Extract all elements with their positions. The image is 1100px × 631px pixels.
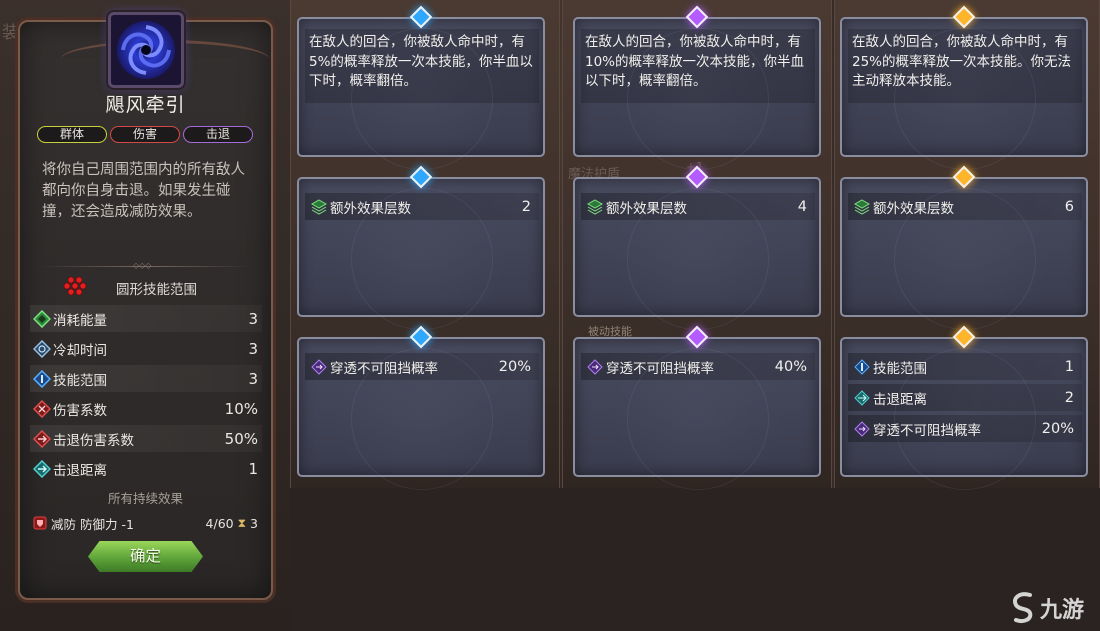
vortex-icon	[108, 12, 184, 88]
stat-value: 10%	[224, 399, 258, 418]
stat-value: 1	[248, 459, 258, 478]
card-stat-row: 额外效果层数 4	[581, 193, 815, 220]
stack-icon	[587, 198, 603, 215]
knockback-distance-icon	[854, 389, 870, 406]
upgrade-card-gold-top[interactable]: 在敌人的回合，你被敌人命中时，有25%的概率释放一次本技能。你无法主动释放本技能…	[840, 5, 1088, 170]
stack-icon	[854, 198, 870, 215]
card-stat-row: 额外效果层数 6	[848, 193, 1082, 220]
upgrade-card-purple-mid[interactable]: 额外效果层数 4	[573, 165, 821, 330]
card-stat-row: 技能范围 1	[848, 353, 1082, 380]
range-icon	[33, 369, 51, 388]
upgrade-card-blue-bottom[interactable]: 穿透不可阻挡概率 20%	[297, 325, 545, 490]
card-description: 在敌人的回合，你被敌人命中时，有25%的概率释放一次本技能。你无法主动释放本技能…	[852, 34, 1072, 89]
upgrade-card-gold-bottom[interactable]: 技能范围 1 击退距离 2 穿透不可阻挡概率 20%	[840, 325, 1088, 490]
persistent-effects-title: 所有持续效果	[107, 491, 183, 506]
cooldown-icon	[33, 339, 51, 358]
shield-break-icon	[33, 516, 47, 530]
tag-group: 群体	[37, 126, 107, 143]
knockback-distance-icon	[33, 459, 51, 478]
upgrade-card-blue-mid[interactable]: 额外效果层数 2	[297, 165, 545, 330]
card-stat-label: 穿透不可阻挡概率	[606, 360, 714, 377]
card-stat-row: 击退距离 2	[848, 384, 1082, 411]
knockback-damage-icon	[33, 429, 51, 448]
stat-row-skill-range: 技能范围 3	[30, 365, 262, 392]
card-stat-label: 击退距离	[873, 391, 927, 408]
card-stat-value: 20%	[498, 358, 531, 375]
card-stat-value: 20%	[1041, 420, 1074, 437]
jiuyou-logo-icon	[1013, 592, 1033, 624]
card-description: 在敌人的回合，你被敌人命中时，有5%的概率释放一次本技能，你半血以下时，概率翻倍…	[309, 34, 533, 89]
stat-label: 技能范围	[53, 372, 107, 389]
upgrade-card-gold-mid[interactable]: 额外效果层数 6	[840, 165, 1088, 330]
range-type-label: 圆形技能范围	[116, 282, 197, 298]
upgrade-card-blue-top[interactable]: 在敌人的回合，你被敌人命中时，有5%的概率释放一次本技能，你半血以下时，概率翻倍…	[297, 5, 545, 170]
stat-label: 伤害系数	[53, 402, 107, 419]
card-stat-value: 1	[1064, 358, 1074, 375]
pierce-icon	[311, 358, 327, 375]
stat-label: 击退伤害系数	[53, 432, 134, 449]
stat-row-knockback-distance: 击退距离 1	[30, 455, 262, 482]
circle-range-icon	[63, 276, 87, 296]
stat-row-energy-cost: 消耗能量 3	[30, 305, 262, 332]
stat-value: 50%	[224, 429, 258, 448]
hourglass-icon: ⧗	[237, 515, 247, 530]
card-stat-label: 额外效果层数	[330, 200, 411, 217]
card-description: 在敌人的回合，你被敌人命中时，有10%的概率释放一次本技能，你半血以下时，概率翻…	[585, 34, 805, 89]
card-stat-label: 穿透不可阻挡概率	[873, 422, 981, 439]
stat-row-damage-coefficient: 伤害系数 10%	[30, 395, 262, 422]
upgrade-card-purple-bottom[interactable]: 穿透不可阻挡概率 40%	[573, 325, 821, 490]
watermark: 九游	[1010, 592, 1084, 624]
energy-icon	[33, 309, 51, 328]
stat-row-knockback-damage: 击退伤害系数 50%	[30, 425, 262, 452]
tag-damage: 伤害	[110, 126, 180, 143]
divider-ornament: ◇◇◇	[133, 261, 152, 270]
range-icon	[854, 358, 870, 375]
stat-value: 3	[248, 309, 258, 328]
skill-description: 将你自己周围范围内的所有敌人都向你自身击退。如果发生碰撞，还会造成减防效果。	[42, 162, 245, 220]
damage-icon	[33, 399, 51, 418]
card-stat-value: 40%	[774, 358, 807, 375]
pierce-icon	[854, 420, 870, 437]
card-stat-value: 6	[1064, 198, 1074, 215]
skill-title: 飓风牵引	[105, 94, 186, 116]
card-stat-label: 技能范围	[873, 360, 927, 377]
card-stat-row: 额外效果层数 2	[305, 193, 539, 220]
effect-label: 减防 防御力 -1	[51, 516, 134, 532]
stat-row-cooldown: 冷却时间 3	[30, 335, 262, 362]
stack-icon	[311, 198, 327, 215]
stat-label: 消耗能量	[53, 312, 107, 329]
stat-value: 3	[248, 339, 258, 358]
card-stat-label: 额外效果层数	[873, 200, 954, 217]
card-stat-row: 穿透不可阻挡概率 20%	[848, 415, 1082, 442]
stat-label: 击退距离	[53, 462, 107, 479]
card-stat-value: 4	[797, 198, 807, 215]
effect-count: 4/60	[205, 515, 234, 531]
tag-knockback: 击退	[183, 126, 253, 143]
confirm-button[interactable]: 确定	[88, 541, 203, 572]
watermark-text: 九游	[1040, 598, 1085, 623]
card-stat-row: 穿透不可阻挡概率 40%	[581, 353, 815, 380]
effect-row-defense-down: 减防 防御力 -1 4/60 ⧗ 3	[30, 512, 262, 534]
card-stat-label: 额外效果层数	[606, 200, 687, 217]
stat-value: 3	[248, 369, 258, 388]
background-bottom-strip	[290, 488, 1100, 631]
upgrade-card-purple-top[interactable]: 在敌人的回合，你被敌人命中时，有10%的概率释放一次本技能，你半血以下时，概率翻…	[573, 5, 821, 170]
card-stat-value: 2	[1064, 389, 1074, 406]
card-stat-value: 2	[521, 198, 531, 215]
effect-duration: 3	[250, 515, 258, 531]
pierce-icon	[587, 358, 603, 375]
card-stat-row: 穿透不可阻挡概率 20%	[305, 353, 539, 380]
card-stat-label: 穿透不可阻挡概率	[330, 360, 438, 377]
stat-label: 冷却时间	[53, 342, 107, 359]
